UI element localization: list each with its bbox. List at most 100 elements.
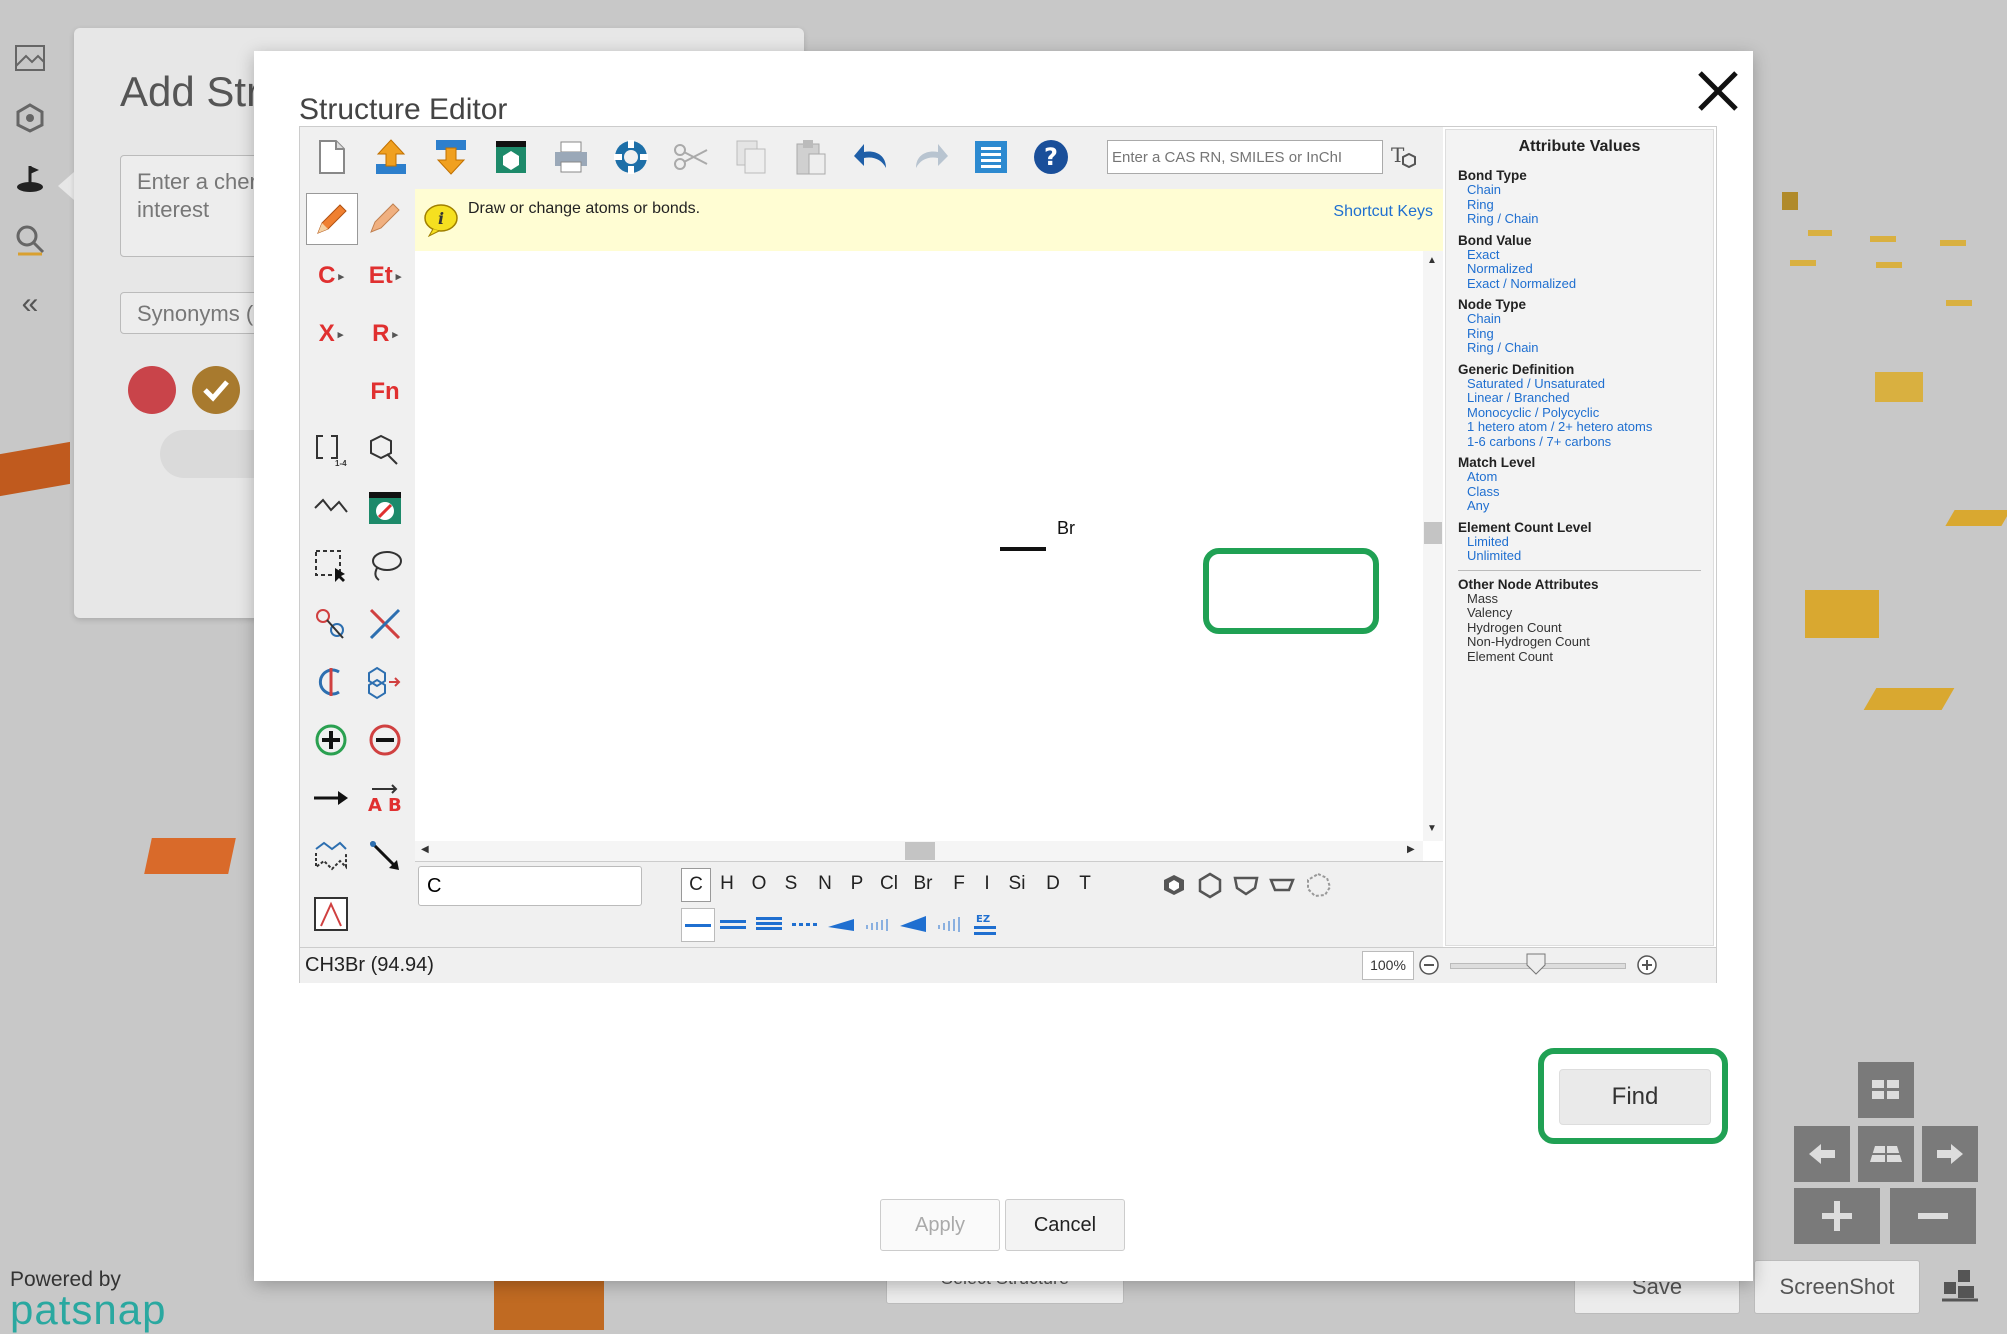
view-top-button[interactable] — [1858, 1062, 1914, 1118]
scroll-down-icon[interactable]: ▼ — [1427, 823, 1437, 834]
scroll-thumb[interactable] — [905, 842, 935, 860]
attribute-option-link[interactable]: Class — [1467, 484, 1713, 500]
wedge-up-bond-button[interactable] — [897, 908, 929, 940]
attribute-option-link[interactable]: Linear / Branched — [1467, 390, 1713, 406]
increase-charge-tool[interactable] — [306, 715, 356, 765]
text-to-structure-button[interactable]: T — [1386, 136, 1422, 178]
horizontal-scrollbar[interactable]: ◀ ▶ — [415, 841, 1423, 861]
ethyl-tool[interactable]: Et ▸ — [360, 251, 410, 301]
clean-button[interactable] — [610, 136, 652, 178]
zoom-in-button[interactable] — [1794, 1188, 1880, 1244]
attribute-option-link[interactable]: Exact / Normalized — [1467, 276, 1713, 292]
attribute-option-link[interactable]: Exact — [1467, 247, 1713, 263]
chain-tool[interactable] — [306, 483, 356, 533]
red-status-dot[interactable] — [128, 366, 176, 414]
redo-button[interactable] — [910, 136, 952, 178]
atom-symbol-input[interactable] — [418, 866, 642, 906]
pan-left-button[interactable] — [1794, 1126, 1850, 1182]
scroll-thumb[interactable] — [1424, 522, 1442, 544]
ring-query-tool[interactable] — [360, 425, 410, 475]
find-button[interactable]: Find — [1559, 1069, 1711, 1125]
atom-button[interactable]: H — [713, 868, 741, 900]
export-button[interactable] — [430, 136, 472, 178]
apply-button[interactable]: Apply — [880, 1199, 1000, 1251]
hash-bond-button[interactable] — [861, 908, 893, 940]
vertical-scrollbar[interactable]: ▲ ▼ — [1423, 251, 1443, 841]
molecule-bond[interactable] — [1000, 547, 1046, 551]
function-tool[interactable]: Fn — [360, 367, 410, 417]
close-button[interactable] — [1690, 65, 1746, 121]
rectangle-select-tool[interactable] — [306, 541, 356, 591]
bond-pencil-tool[interactable] — [360, 193, 410, 243]
zoom-out-button[interactable] — [1890, 1188, 1976, 1244]
landscape-icon[interactable] — [12, 40, 48, 76]
molecule-atom-label[interactable]: Br — [1057, 518, 1075, 539]
rgroup-tool[interactable]: R ▸ — [360, 309, 410, 359]
cancel-button[interactable]: Cancel — [1005, 1199, 1125, 1251]
cyclopentane-icon[interactable] — [1267, 870, 1297, 900]
atom-button[interactable]: T — [1071, 868, 1099, 900]
ring-bond-tool[interactable] — [306, 831, 356, 881]
erase-template-tool[interactable] — [360, 483, 410, 533]
ring-fusion-tool[interactable] — [360, 657, 410, 707]
unmap-tool[interactable] — [360, 599, 410, 649]
pencil-tool[interactable] — [306, 193, 358, 245]
pan-right-button[interactable] — [1922, 1126, 1978, 1182]
hash-down-bond-button[interactable] — [933, 908, 965, 940]
attribute-option-link[interactable]: Unlimited — [1467, 548, 1713, 564]
new-button[interactable] — [310, 136, 352, 178]
bracket-tool[interactable]: 1-4 — [306, 425, 356, 475]
search-icon[interactable] — [12, 222, 48, 258]
collapse-icon[interactable]: « — [12, 286, 48, 322]
ez-bond-button[interactable]: EZ — [969, 908, 1001, 940]
import-button[interactable] — [370, 136, 412, 178]
atom-map-tool[interactable] — [306, 599, 356, 649]
check-button[interactable] — [192, 366, 240, 414]
any-bond-button[interactable] — [789, 908, 821, 940]
attribute-option-link[interactable]: 1-6 carbons / 7+ carbons — [1467, 434, 1713, 450]
reaction-arrow-tool[interactable] — [306, 773, 356, 823]
cyclohexane-chair-icon[interactable] — [1231, 870, 1261, 900]
attribute-option-link[interactable]: Ring — [1467, 326, 1713, 342]
scroll-up-icon[interactable]: ▲ — [1427, 255, 1437, 266]
undo-button[interactable] — [850, 136, 892, 178]
atom-button[interactable]: Br — [909, 868, 937, 900]
attribute-option-link[interactable]: Ring — [1467, 197, 1713, 213]
atom-button[interactable]: D — [1039, 868, 1067, 900]
cas-smiles-search-input[interactable] — [1107, 140, 1383, 174]
zoom-level[interactable]: 100% — [1362, 951, 1414, 980]
cyclopropane-icon[interactable] — [1159, 870, 1189, 900]
view-center-button[interactable] — [1858, 1126, 1914, 1182]
macrocycle-icon[interactable] — [1303, 870, 1333, 900]
atom-button[interactable]: Cl — [875, 868, 903, 900]
pin-icon[interactable] — [12, 160, 48, 196]
attribute-option-link[interactable]: Monocyclic / Polycyclic — [1467, 405, 1713, 421]
halogen-tool[interactable]: X ▸ — [306, 309, 356, 359]
attribute-option-link[interactable]: 1 hetero atom / 2+ hetero atoms — [1467, 419, 1713, 435]
atom-button[interactable]: I — [973, 868, 1001, 900]
attribute-option-link[interactable]: Normalized — [1467, 261, 1713, 277]
attribute-option-link[interactable]: Limited — [1467, 534, 1713, 550]
hexagon-icon[interactable] — [1195, 870, 1225, 900]
zoom-out-icon[interactable] — [1418, 954, 1440, 976]
wedge-bond-button[interactable] — [825, 908, 857, 940]
attribute-option-link[interactable]: Any — [1467, 498, 1713, 514]
graph-tool[interactable] — [306, 889, 356, 939]
properties-button[interactable] — [970, 136, 1012, 178]
atom-button[interactable]: N — [811, 868, 839, 900]
bond-direction-tool[interactable] — [360, 831, 410, 881]
decrease-charge-tool[interactable] — [360, 715, 410, 765]
attribute-option-link[interactable]: Saturated / Unsaturated — [1467, 376, 1713, 392]
screenshot-button[interactable]: ScreenShot — [1754, 1260, 1920, 1314]
atom-button[interactable]: O — [745, 868, 773, 900]
single-bond-button[interactable] — [681, 908, 715, 942]
paste-button[interactable] — [790, 136, 832, 178]
stereo-tool[interactable] — [306, 657, 356, 707]
shortcut-keys-link[interactable]: Shortcut Keys — [1333, 203, 1433, 221]
template-button[interactable] — [490, 136, 532, 178]
triple-bond-button[interactable] — [753, 908, 785, 940]
atom-button[interactable]: C — [681, 868, 711, 902]
molecule-icon[interactable] — [12, 100, 48, 136]
scroll-left-icon[interactable]: ◀ — [421, 844, 429, 855]
layers-icon[interactable] — [1940, 1264, 1980, 1304]
